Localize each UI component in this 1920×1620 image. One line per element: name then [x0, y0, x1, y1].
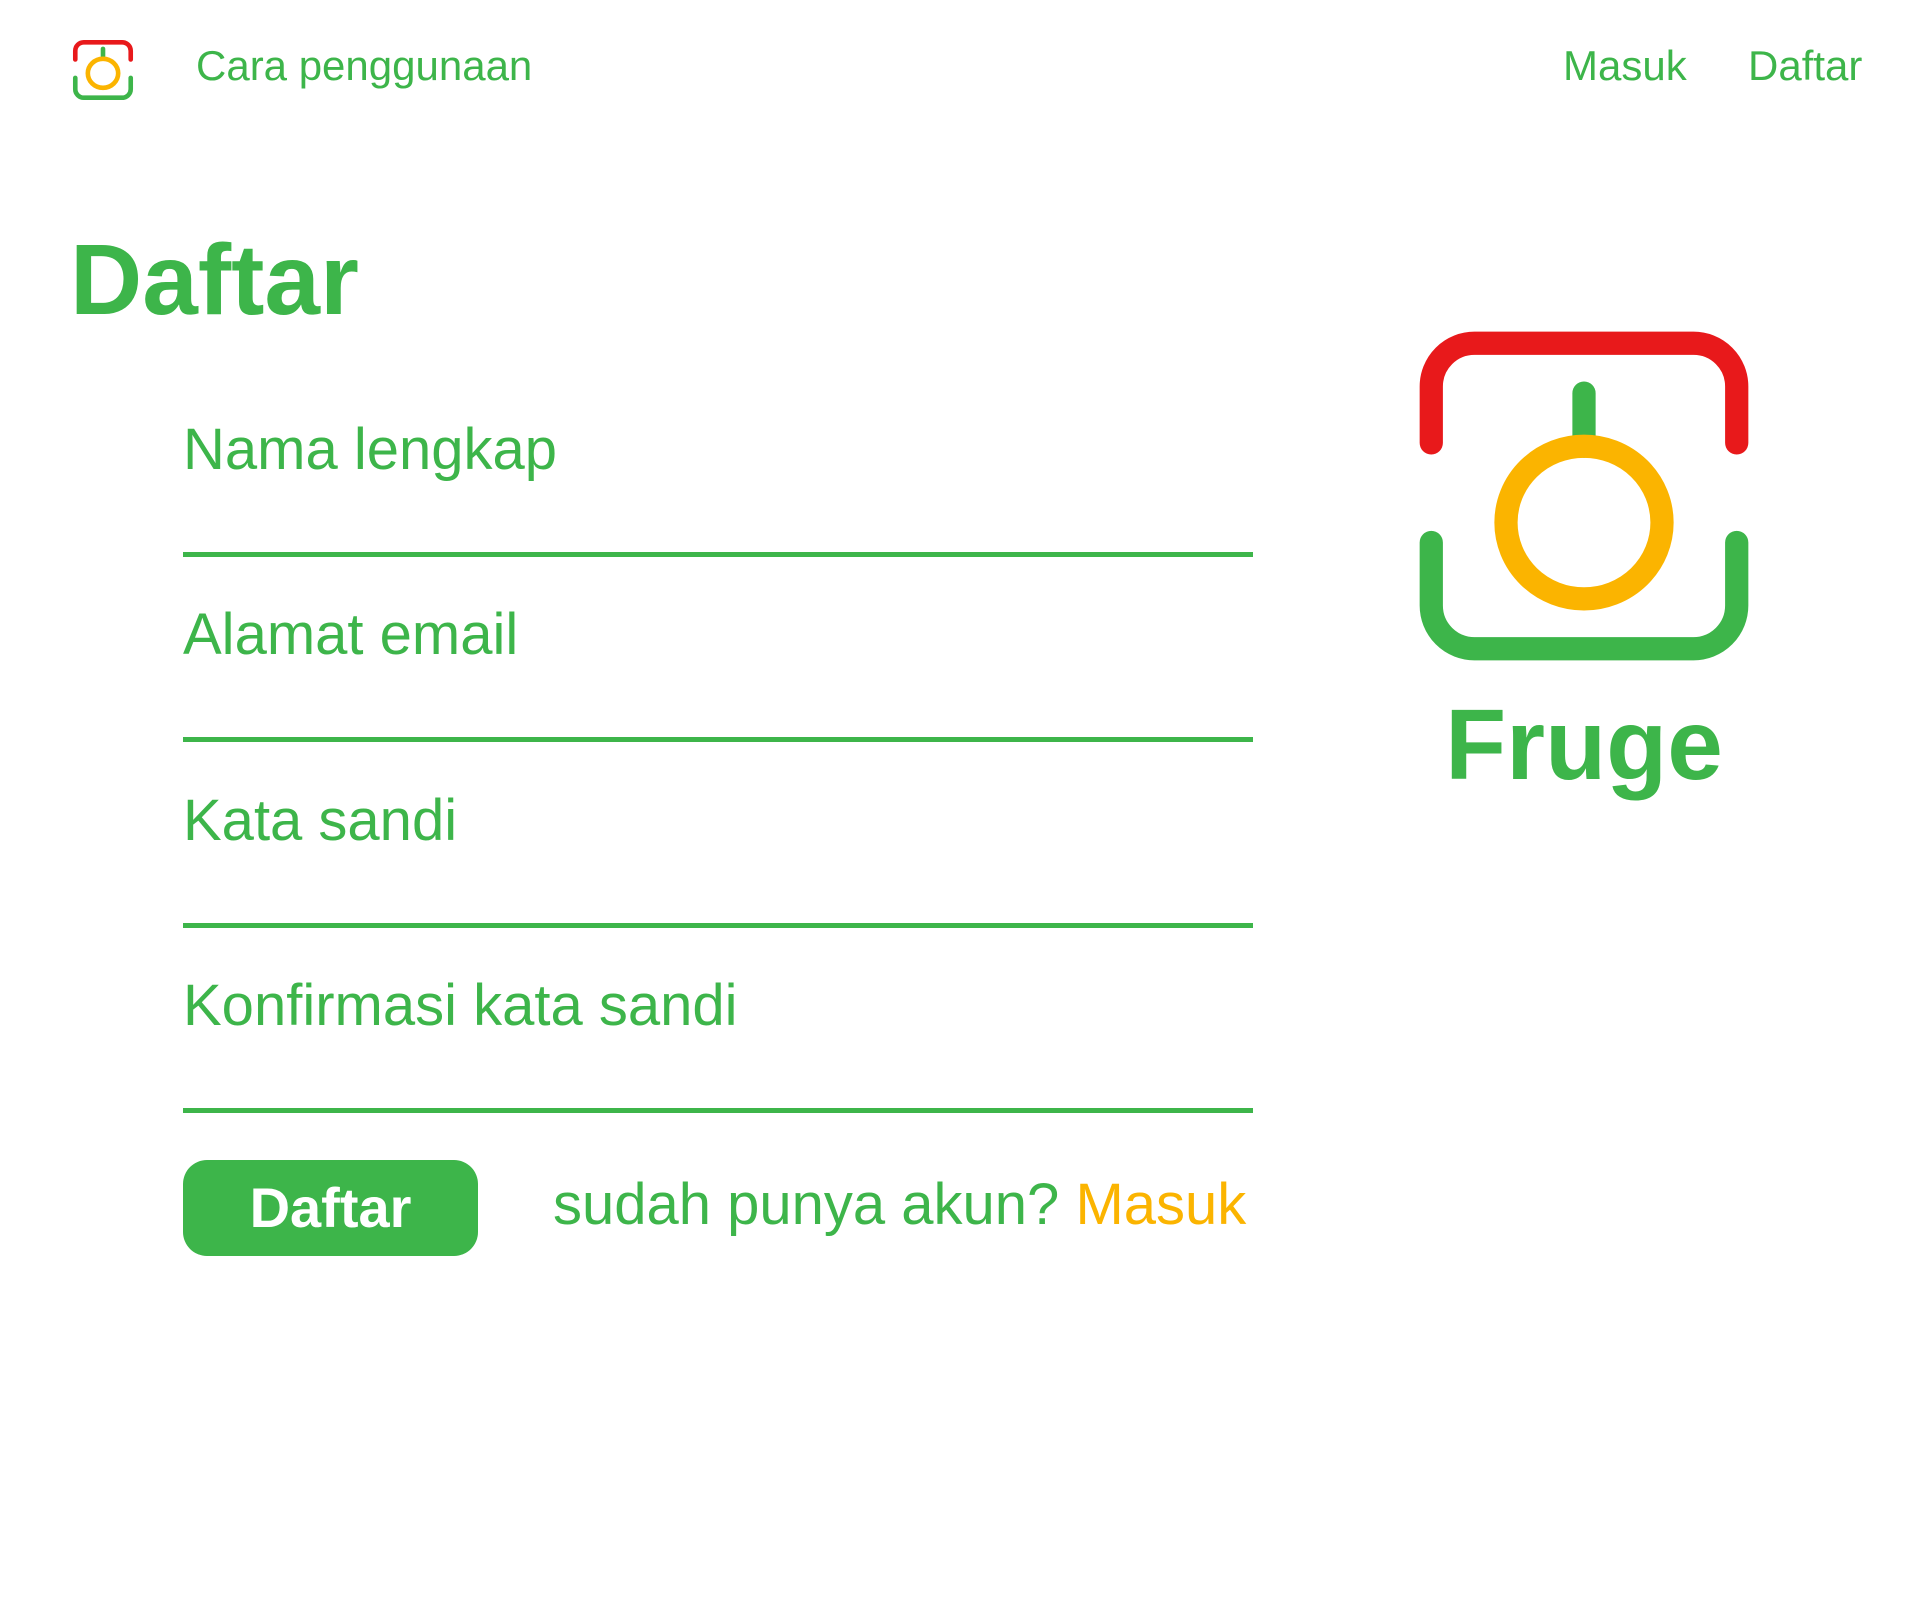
confirm-password-input[interactable]	[183, 1053, 1253, 1113]
email-field: Alamat email	[183, 600, 1253, 742]
register-button[interactable]: Daftar	[183, 1160, 478, 1256]
full-name-field: Nama lengkap	[183, 415, 1253, 557]
login-link[interactable]: Masuk	[1075, 1172, 1246, 1237]
password-input[interactable]	[183, 868, 1253, 928]
email-label: Alamat email	[183, 602, 519, 667]
nav-link-howto[interactable]: Cara penggunaan	[196, 40, 532, 92]
fruge-logo-icon	[72, 39, 134, 101]
nav-link-login[interactable]: Masuk	[1563, 40, 1687, 92]
fruge-logo-icon	[1419, 331, 1749, 661]
page-title: Daftar	[70, 224, 359, 336]
password-field: Kata sandi	[183, 786, 1253, 928]
password-label: Kata sandi	[183, 788, 458, 853]
confirm-password-label: Konfirmasi kata sandi	[183, 973, 738, 1038]
full-name-input[interactable]	[183, 497, 1253, 557]
header-logo-icon[interactable]	[70, 37, 136, 103]
login-prompt-text: sudah punya akun?	[553, 1172, 1060, 1237]
email-input[interactable]	[183, 682, 1253, 742]
confirm-password-field: Konfirmasi kata sandi	[183, 971, 1253, 1113]
brand-name: Fruge	[1445, 689, 1723, 801]
login-prompt: sudah punya akun? Masuk	[553, 1170, 1246, 1240]
brand-logo	[1418, 330, 1750, 662]
nav-link-register[interactable]: Daftar	[1748, 40, 1862, 92]
full-name-label: Nama lengkap	[183, 417, 557, 482]
